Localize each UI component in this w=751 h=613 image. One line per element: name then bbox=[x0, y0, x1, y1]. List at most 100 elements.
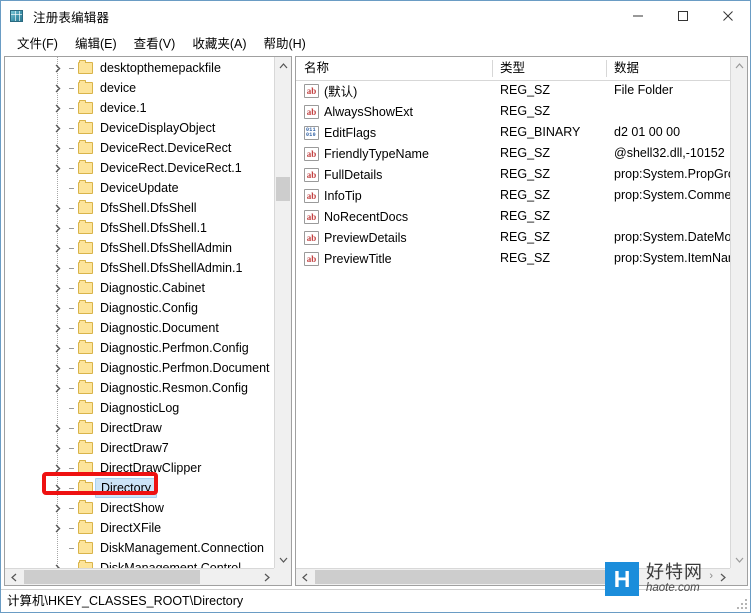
tree-connector-dot bbox=[65, 78, 77, 98]
chevron-right-icon[interactable] bbox=[51, 518, 65, 538]
values-hscroll-thumb[interactable] bbox=[315, 570, 615, 584]
chevron-right-icon[interactable] bbox=[51, 298, 65, 318]
folder-icon bbox=[77, 58, 95, 78]
chevron-right-icon[interactable] bbox=[51, 498, 65, 518]
tree-item[interactable]: DirectDrawClipper bbox=[5, 458, 275, 478]
tree-item[interactable]: device bbox=[5, 78, 275, 98]
column-header-type[interactable]: 类型 bbox=[492, 57, 606, 79]
tree-item[interactable]: DeviceDisplayObject bbox=[5, 118, 275, 138]
tree-item-label: DiagnosticLog bbox=[100, 401, 180, 415]
chevron-right-icon[interactable] bbox=[51, 98, 65, 118]
value-row[interactable]: ab NoRecentDocs REG_SZ bbox=[296, 206, 731, 227]
values-vertical-scrollbar[interactable] bbox=[730, 57, 747, 568]
tree-scroll-right-button[interactable] bbox=[258, 569, 275, 585]
close-button[interactable] bbox=[705, 1, 750, 31]
tree-item[interactable]: desktopthemepackfile bbox=[5, 58, 275, 78]
chevron-right-icon[interactable] bbox=[51, 478, 65, 498]
tree-item[interactable]: DeviceUpdate bbox=[5, 178, 275, 198]
tree-scroll-down-button[interactable] bbox=[275, 551, 291, 568]
tree-item[interactable]: Diagnostic.Perfmon.Config bbox=[5, 338, 275, 358]
tree-item-label: DeviceRect.DeviceRect bbox=[100, 141, 232, 155]
tree-item[interactable]: DiskManagement.Connection bbox=[5, 538, 275, 558]
tree-item[interactable]: Diagnostic.Document bbox=[5, 318, 275, 338]
tree-item[interactable]: DirectShow bbox=[5, 498, 275, 518]
tree-item[interactable]: Diagnostic.Config bbox=[5, 298, 275, 318]
chevron-right-icon[interactable] bbox=[51, 418, 65, 438]
tree-item[interactable]: DirectDraw7 bbox=[5, 438, 275, 458]
chevron-right-icon[interactable] bbox=[51, 58, 65, 78]
menu-help[interactable]: 帮助(H) bbox=[255, 31, 314, 54]
tree-item[interactable]: Diagnostic.Cabinet bbox=[5, 278, 275, 298]
chevron-right-icon[interactable] bbox=[51, 318, 65, 338]
tree-connector-dot bbox=[65, 58, 77, 78]
chevron-right-icon[interactable] bbox=[51, 458, 65, 478]
value-type-label: REG_SZ bbox=[500, 251, 551, 265]
value-row[interactable]: ab PreviewDetails REG_SZ prop:System.DateMo… bbox=[296, 227, 731, 248]
menu-file[interactable]: 文件(F) bbox=[9, 31, 67, 54]
values-scroll-left-button[interactable] bbox=[296, 569, 313, 585]
value-row[interactable]: ab FriendlyTypeName REG_SZ @shell32.dll,-10… bbox=[296, 143, 731, 164]
string-value-icon: ab bbox=[304, 209, 319, 224]
tree-horizontal-scrollbar[interactable] bbox=[5, 568, 275, 585]
chevron-right-icon[interactable] bbox=[51, 558, 65, 568]
status-path: 计算机\HKEY_CLASSES_ROOT\Directory bbox=[7, 594, 244, 608]
tree-item[interactable]: DeviceRect.DeviceRect.1 bbox=[5, 158, 275, 178]
chevron-right-icon[interactable] bbox=[51, 278, 65, 298]
menu-favorites[interactable]: 收藏夹(A) bbox=[184, 31, 255, 54]
chevron-right-icon[interactable] bbox=[51, 78, 65, 98]
value-row[interactable]: ab (默认) REG_SZ File Folder bbox=[296, 80, 731, 101]
value-row[interactable]: ab PreviewTitle REG_SZ prop:System.ItemName bbox=[296, 248, 731, 269]
tree-item[interactable]: DiskManagement.Control bbox=[5, 558, 275, 568]
value-row[interactable]: ab AlwaysShowExt REG_SZ bbox=[296, 101, 731, 122]
tree-item[interactable]: DfsShell.DfsShell.1 bbox=[5, 218, 275, 238]
values-column-header: 名称 类型 数据 bbox=[296, 57, 731, 81]
tree-item[interactable]: Diagnostic.Perfmon.Document bbox=[5, 358, 275, 378]
string-value-icon: ab bbox=[304, 188, 319, 203]
maximize-button[interactable] bbox=[660, 1, 705, 31]
folder-icon bbox=[77, 178, 95, 198]
tree-leaf-spacer bbox=[51, 398, 65, 418]
chevron-right-icon[interactable] bbox=[51, 238, 65, 258]
tree-item[interactable]: DeviceRect.DeviceRect bbox=[5, 138, 275, 158]
menu-edit[interactable]: 编辑(E) bbox=[67, 31, 126, 54]
chevron-right-icon[interactable] bbox=[51, 118, 65, 138]
tree-item[interactable]: DfsShell.DfsShell bbox=[5, 198, 275, 218]
minimize-button[interactable] bbox=[615, 1, 660, 31]
tree-scroll-thumb[interactable] bbox=[276, 177, 290, 201]
tree-item[interactable]: DfsShell.DfsShellAdmin.1 bbox=[5, 258, 275, 278]
tree-vertical-scrollbar[interactable] bbox=[274, 57, 291, 568]
menu-view[interactable]: 查看(V) bbox=[126, 31, 185, 54]
chevron-right-icon[interactable] bbox=[51, 358, 65, 378]
values-scroll-up-button[interactable] bbox=[731, 57, 747, 74]
value-row[interactable]: ab InfoTip REG_SZ prop:System.Comment bbox=[296, 185, 731, 206]
tree-item[interactable]: DiagnosticLog bbox=[5, 398, 275, 418]
tree-item[interactable]: device.1 bbox=[5, 98, 275, 118]
chevron-right-icon[interactable] bbox=[51, 378, 65, 398]
tree-item[interactable]: Diagnostic.Resmon.Config bbox=[5, 378, 275, 398]
tree-scroll-left-button[interactable] bbox=[5, 569, 22, 585]
tree-item[interactable]: DfsShell.DfsShellAdmin bbox=[5, 238, 275, 258]
chevron-right-icon[interactable] bbox=[51, 198, 65, 218]
chevron-right-icon[interactable] bbox=[51, 258, 65, 278]
value-name-cell: ab InfoTip bbox=[304, 185, 362, 206]
chevron-right-icon[interactable] bbox=[51, 438, 65, 458]
value-name-label: InfoTip bbox=[324, 188, 362, 203]
value-row[interactable]: 011 010 EditFlags REG_BINARY d2 01 00 00 bbox=[296, 122, 731, 143]
column-header-name[interactable]: 名称 bbox=[296, 57, 492, 79]
tree-scroll-up-button[interactable] bbox=[275, 57, 291, 74]
column-header-data[interactable]: 数据 bbox=[606, 57, 731, 79]
tree-item[interactable]: Directory bbox=[5, 478, 275, 498]
tree-hscroll-thumb[interactable] bbox=[24, 570, 200, 584]
value-name-cell: ab AlwaysShowExt bbox=[304, 101, 413, 122]
tree-item[interactable]: DirectDraw bbox=[5, 418, 275, 438]
chevron-right-icon[interactable] bbox=[51, 138, 65, 158]
value-row[interactable]: ab FullDetails REG_SZ prop:System.PropGroup bbox=[296, 164, 731, 185]
tree-connector-dot bbox=[65, 438, 77, 458]
chevron-right-icon[interactable] bbox=[51, 338, 65, 358]
value-data-label: prop:System.PropGroup bbox=[614, 167, 731, 181]
tree-item[interactable]: DirectXFile bbox=[5, 518, 275, 538]
registry-tree-viewport: desktopthemepackfile device device.1 Device… bbox=[5, 57, 275, 568]
chevron-right-icon[interactable] bbox=[51, 158, 65, 178]
resize-grip[interactable] bbox=[735, 597, 747, 609]
chevron-right-icon[interactable] bbox=[51, 218, 65, 238]
